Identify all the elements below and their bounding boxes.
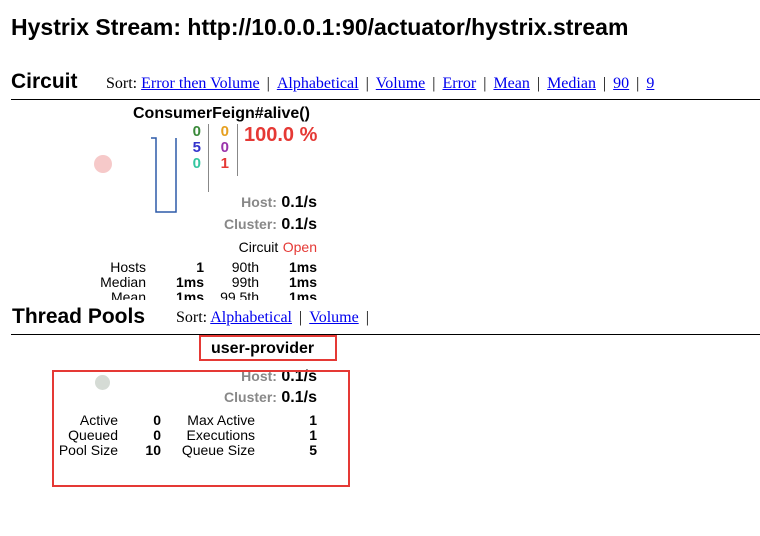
counts-left: 0 5 0 <box>187 124 201 172</box>
sort-alphabetical-link[interactable]: Alphabetical <box>277 75 359 92</box>
stat-p90-label: 90th <box>231 259 259 275</box>
stat-p99-label: 99th <box>231 274 259 290</box>
stat-mean-value: 1ms <box>175 289 204 301</box>
circuit-health-bubble <box>94 155 112 173</box>
circuit-name: ConsumerFeign#alive() <box>133 105 310 122</box>
circuit-card: ConsumerFeign#alive() 0 5 0 0 0 1 100.0 … <box>0 100 760 300</box>
host-label: Host: <box>241 194 277 210</box>
cluster-value: 0.1/s <box>281 216 317 233</box>
stat-hosts-value: 1 <box>196 259 204 275</box>
stat-mean-label: Mean <box>110 289 146 301</box>
thread-pools-sort-bar: Sort: Alphabetical | Volume | <box>176 309 369 326</box>
circuit-status: Circuit Open <box>239 239 317 257</box>
counts-divider-2 <box>237 124 238 176</box>
host-value: 0.1/s <box>281 194 317 211</box>
stat-median-label: Median <box>100 274 146 290</box>
timeout-count: 0 <box>220 123 229 140</box>
stat-p995-value: 1ms <box>288 289 317 301</box>
failure-count: 1 <box>220 155 229 172</box>
circuit-sort-label: Sort: <box>106 75 138 92</box>
thread-pools-section-title: Thread Pools <box>12 305 146 328</box>
circuit-section-title: Circuit <box>11 70 78 93</box>
stat-median-value: 1ms <box>175 274 204 290</box>
sort-90-link[interactable]: 90 <box>613 75 629 92</box>
pool-sort-alphabetical-link[interactable]: Alphabetical <box>210 309 292 326</box>
circuit-status-label: Circuit <box>238 239 279 255</box>
circuit-sort-bar: Sort: Error then Volume | Alphabetical | Vol… <box>106 75 655 92</box>
pool-name-highlight <box>199 335 337 361</box>
counts-right: 0 0 1 <box>215 124 229 172</box>
stat-p995-label: 99.5th <box>220 289 259 301</box>
circuit-status-value: Open <box>282 239 317 255</box>
rejected-count: 0 <box>220 139 229 156</box>
counts-divider-1 <box>208 124 209 192</box>
sort-median-link[interactable]: Median <box>547 75 596 92</box>
circuit-percentile-labels: 90th 99th 99.5th <box>205 259 259 301</box>
sort-volume-link[interactable]: Volume <box>376 75 425 92</box>
circuit-stats-values: 1 1ms 1ms <box>150 259 204 301</box>
cluster-label: Cluster: <box>224 216 277 232</box>
circuit-percentile-values: 1ms 1ms 1ms <box>262 259 317 301</box>
pool-sort-volume-link[interactable]: Volume <box>309 309 358 326</box>
stat-p99-value: 1ms <box>288 274 317 290</box>
stat-p90-value: 1ms <box>288 259 317 275</box>
thread-pools-sort-label: Sort: <box>176 309 208 326</box>
pool-stats-highlight <box>52 370 350 487</box>
stat-hosts-label: Hosts <box>110 259 146 275</box>
thread-pools-divider <box>11 334 760 335</box>
bad-request-count: 0 <box>192 155 201 172</box>
sort-error-then-volume-link[interactable]: Error then Volume <box>141 75 260 92</box>
circuit-host-rate: Host: 0.1/s <box>241 194 317 212</box>
sort-mean-link[interactable]: Mean <box>493 75 529 92</box>
error-percentage: 100.0 % <box>244 124 318 146</box>
short-circuited-count: 5 <box>192 139 201 156</box>
circuit-sparkline <box>151 137 177 213</box>
sort-error-link[interactable]: Error <box>442 75 476 92</box>
page-title: Hystrix Stream: http://10.0.0.1:90/actua… <box>11 14 629 40</box>
circuit-cluster-rate: Cluster: 0.1/s <box>224 216 317 234</box>
success-count: 0 <box>192 123 201 140</box>
circuit-stats-labels: Hosts Median Mean <box>60 259 146 301</box>
sort-99-link[interactable]: 9 <box>646 75 654 92</box>
